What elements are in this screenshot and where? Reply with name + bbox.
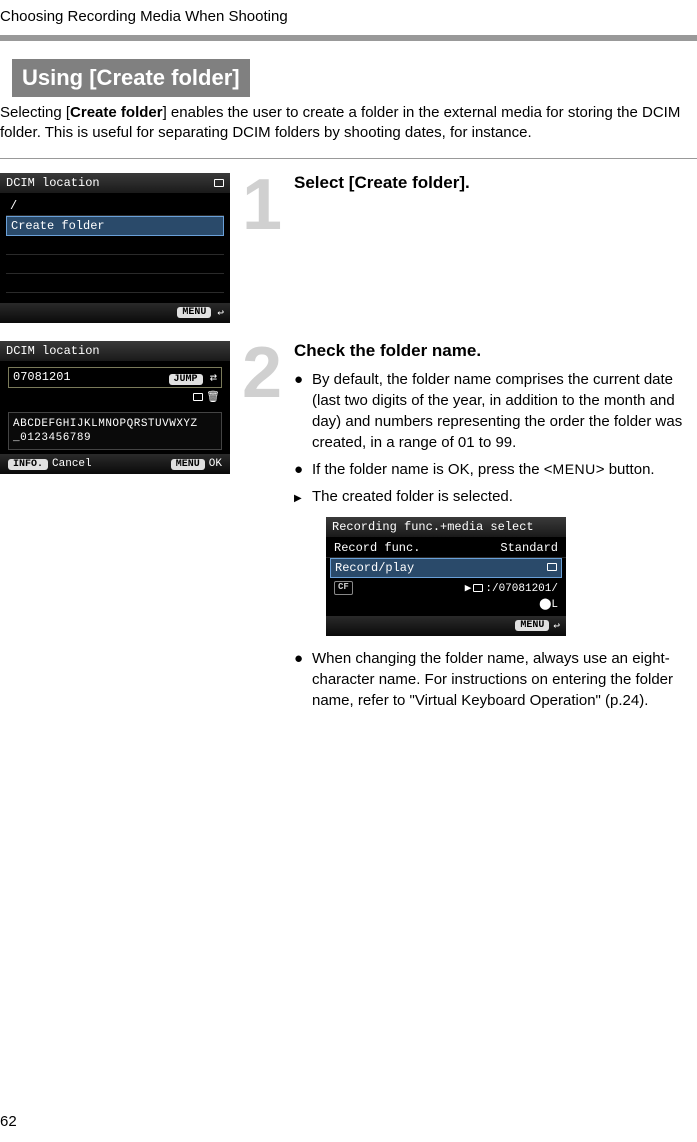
header-divider	[0, 35, 697, 41]
shot-row-root: /	[6, 197, 224, 216]
name-icons-row: 🗑	[0, 390, 230, 408]
cancel-label: Cancel	[52, 458, 92, 470]
intro-bold: Create folder	[70, 104, 163, 121]
intro-prefix: Selecting [	[0, 104, 70, 121]
jump-label: JUMP ⇄	[169, 370, 217, 385]
card-icon-small	[193, 393, 203, 401]
quality-label: ⬤L	[539, 597, 558, 611]
shot-row-empty	[6, 255, 224, 274]
shot2-title: DCIM location	[6, 344, 100, 358]
page-number: 62	[0, 1113, 17, 1130]
step2-content: Check the folder name. ● By default, the…	[294, 341, 697, 717]
step2-number: 2	[234, 341, 290, 406]
shot3-row-record-func: Record func. Standard	[326, 539, 566, 558]
row1-label: Record func.	[334, 541, 420, 555]
info-cancel: INFO. Cancel	[8, 458, 92, 470]
card-icon	[214, 179, 224, 187]
bullet-dot-icon: ●	[294, 459, 312, 480]
step2-bullets-after: ● When changing the folder name, always …	[294, 648, 697, 711]
bullet-item: ● When changing the folder name, always …	[294, 648, 697, 711]
bullet-dot-icon: ●	[294, 648, 312, 669]
shot3-body: Record func. Standard Record/play CF ▶:/…	[326, 537, 566, 616]
cf-badge-icon: CF	[334, 581, 353, 595]
bullet-dot-icon: ●	[294, 369, 312, 390]
shot-row-create-folder: Create folder	[6, 216, 224, 236]
bullet-text-1: By default, the folder name comprises th…	[312, 369, 697, 453]
kb-line2: _0123456789	[13, 431, 217, 445]
bullet-item: ● If the folder name is OK, press the <M…	[294, 459, 697, 480]
step-1: DCIM location / Create folder MENU ↩ 1 S…	[0, 173, 697, 323]
folder-name-value: 07081201	[13, 370, 71, 384]
bullet-text-3: The created folder is selected.	[312, 486, 513, 507]
step1-number: 1	[234, 173, 290, 238]
path-value: ▶:/07081201/	[465, 581, 558, 595]
kb-line1: ABCDEFGHIJKLMNOPQRSTUVWXYZ	[13, 417, 217, 431]
triangle-icon	[294, 486, 312, 507]
row1-value: Standard	[500, 541, 558, 555]
bullet-text-2: If the folder name is OK, press the <MEN…	[312, 459, 655, 480]
step1-screenshot: DCIM location / Create folder MENU ↩	[0, 173, 230, 323]
menu-button: MENU	[515, 620, 549, 631]
shot-recording-media: Recording func.+media select Record func…	[326, 517, 566, 636]
shot-title: DCIM location	[6, 176, 100, 190]
virtual-keyboard: ABCDEFGHIJKLMNOPQRSTUVWXYZ _0123456789	[8, 412, 222, 451]
shot3-footer: MENU ↩	[326, 616, 566, 636]
shot-body: / Create folder	[0, 193, 230, 303]
step1-content: Select [Create folder].	[294, 173, 697, 201]
folder-name-field: 07081201 JUMP ⇄	[8, 367, 222, 388]
return-icon: ↩	[553, 619, 560, 633]
page-header: Choosing Recording Media When Shooting	[0, 0, 697, 31]
shot-dcim-location: DCIM location / Create folder MENU ↩	[0, 173, 230, 323]
menu-inline-label: MENU	[553, 461, 596, 477]
shot3-title: Recording func.+media select	[326, 517, 566, 537]
shot-titlebar: DCIM location	[0, 173, 230, 193]
step2-title: Check the folder name.	[294, 341, 697, 361]
shot3-bottom: CF ▶:/07081201/ ⬤L	[326, 578, 566, 614]
shot-keyboard: DCIM location 07081201 JUMP ⇄ 🗑 ABCDEFGH…	[0, 341, 230, 475]
shot3-row-record-play: Record/play	[330, 558, 562, 578]
shot2-footer: INFO. Cancel MENU OK	[0, 454, 230, 474]
menu-button: MENU	[171, 459, 205, 470]
shot-row-empty	[6, 274, 224, 293]
menu-ok: MENU OK	[171, 458, 222, 470]
return-icon: ↩	[217, 306, 224, 320]
path-line: CF ▶:/07081201/	[334, 580, 558, 596]
shot2-titlebar: DCIM location	[0, 341, 230, 361]
menu-button: MENU	[177, 307, 211, 318]
ok-label: OK	[209, 458, 222, 470]
section-intro: Selecting [Create folder] enables the us…	[0, 97, 697, 150]
row2-label: Record/play	[335, 561, 414, 575]
bullet-item: The created folder is selected.	[294, 486, 697, 507]
shot-row-empty	[6, 236, 224, 255]
b2-suffix: > button.	[596, 461, 655, 478]
step2-bullets: ● By default, the folder name comprises …	[294, 369, 697, 507]
step2-screenshot: DCIM location 07081201 JUMP ⇄ 🗑 ABCDEFGH…	[0, 341, 230, 475]
bullet-text-4: When changing the folder name, always us…	[312, 648, 697, 711]
step1-title: Select [Create folder].	[294, 173, 697, 193]
step-2: DCIM location 07081201 JUMP ⇄ 🗑 ABCDEFGH…	[0, 341, 697, 717]
card-icon	[547, 561, 557, 575]
section-heading: Using [Create folder]	[12, 59, 250, 97]
b2-prefix: If the folder name is OK, press the <	[312, 461, 553, 478]
intro-divider	[0, 158, 697, 159]
quality-line: ⬤L	[334, 596, 558, 612]
bullet-item: ● By default, the folder name comprises …	[294, 369, 697, 453]
trash-icon-group: 🗑	[193, 390, 220, 404]
shot-footer: MENU ↩	[0, 303, 230, 323]
info-button: INFO.	[8, 459, 48, 470]
